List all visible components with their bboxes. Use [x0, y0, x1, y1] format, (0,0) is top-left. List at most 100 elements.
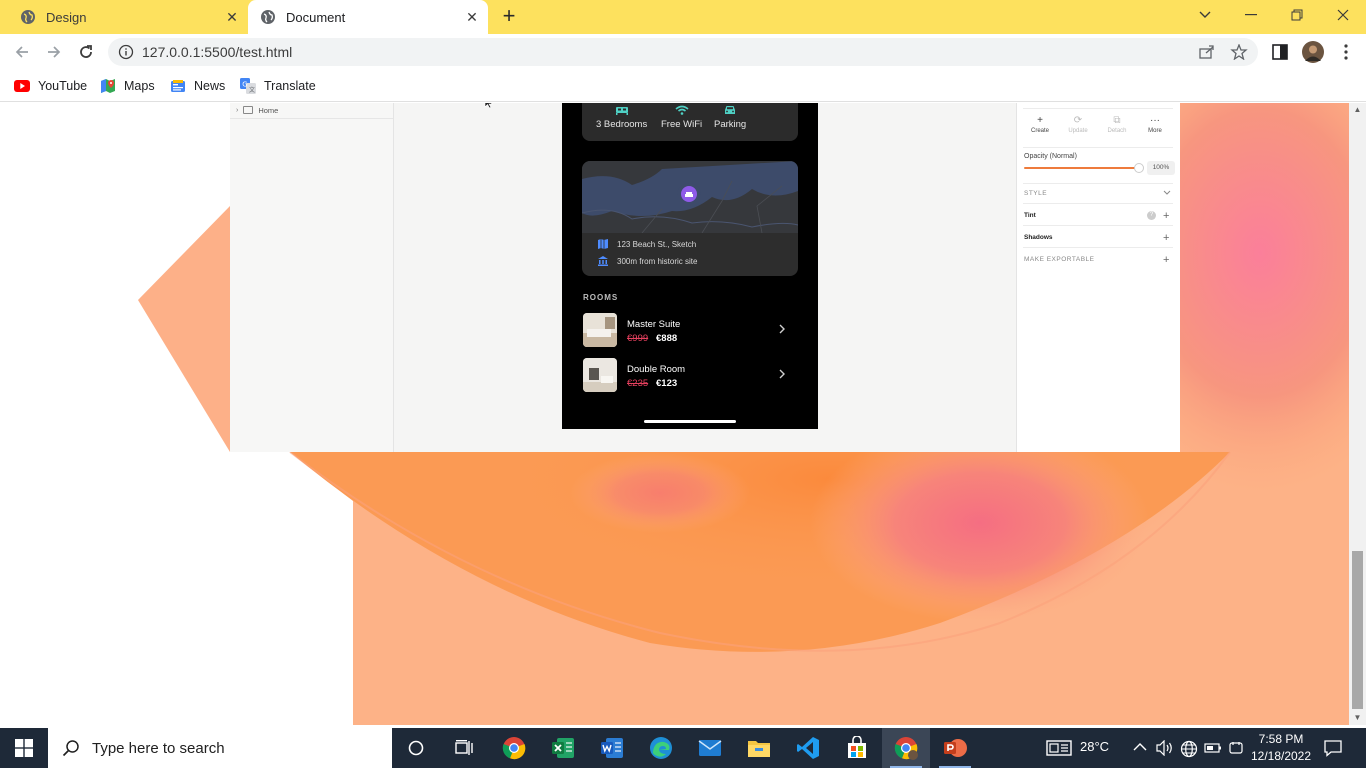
avatar[interactable]: [1302, 41, 1324, 63]
create-button[interactable]: + Create: [1025, 115, 1055, 134]
help-icon[interactable]: ?: [1147, 211, 1156, 220]
design-screenshot: › Home 3 Bedrooms Free WiFi Parking 123 …: [230, 103, 1180, 452]
add-export-icon[interactable]: +: [1163, 255, 1169, 266]
notification-icon[interactable]: [1324, 739, 1342, 757]
news-widget-icon[interactable]: [1046, 740, 1072, 756]
chrome-active-taskbar-app[interactable]: [882, 728, 930, 768]
page-scrollbar[interactable]: ▲ ▼: [1349, 103, 1366, 725]
forward-button[interactable]: [42, 40, 66, 64]
info-icon[interactable]: [118, 44, 134, 60]
volume-icon[interactable]: [1156, 740, 1174, 756]
bookmark-star-icon[interactable]: [1230, 44, 1248, 60]
chrome-taskbar-app[interactable]: [490, 728, 538, 768]
word-taskbar-app[interactable]: [588, 728, 636, 768]
tab-label: Document: [286, 9, 346, 25]
vscode-taskbar-app[interactable]: [784, 728, 832, 768]
artboard-icon: [243, 106, 254, 114]
detach-button[interactable]: ⧉ Detach: [1102, 115, 1132, 134]
museum-icon: [598, 256, 608, 266]
share-icon[interactable]: [1198, 44, 1216, 60]
system-clock[interactable]: 7:58 PM 12/18/2022: [1248, 731, 1314, 765]
bookmark-maps[interactable]: Maps: [100, 76, 155, 96]
network-icon[interactable]: [1180, 740, 1198, 758]
amenities-card: 3 Bedrooms Free WiFi Parking: [582, 103, 798, 141]
tint-label: Tint: [1024, 212, 1036, 219]
store-taskbar-app[interactable]: [833, 728, 881, 768]
bookmark-youtube[interactable]: YouTube: [14, 76, 87, 96]
back-button[interactable]: [10, 40, 34, 64]
mouse-cursor: [484, 103, 494, 109]
add-shadow-icon[interactable]: +: [1163, 233, 1169, 244]
update-button[interactable]: ⟳ Update: [1063, 115, 1093, 134]
tab-design[interactable]: Design ✕: [0, 0, 248, 34]
room-thumbnail: [583, 358, 617, 392]
search-placeholder: Type here to search: [92, 739, 225, 757]
close-tab-icon[interactable]: ✕: [464, 9, 480, 25]
layer-item-home[interactable]: › Home: [236, 103, 278, 117]
tab-strip: Design ✕ Document ✕ +: [0, 0, 1366, 34]
minimize-button[interactable]: [1239, 4, 1263, 26]
cortana-icon: [408, 740, 424, 756]
folder-icon: [748, 741, 770, 757]
make-exportable-label: MAKE EXPORTABLE: [1024, 256, 1095, 263]
add-tint-icon[interactable]: +: [1163, 211, 1169, 222]
chrome-icon: [502, 737, 526, 760]
bookmark-news[interactable]: News: [170, 76, 225, 96]
close-window-button[interactable]: [1331, 4, 1355, 26]
bookmark-translate[interactable]: G文 Translate: [240, 76, 316, 96]
scroll-down-arrow[interactable]: ▼: [1349, 711, 1366, 725]
bookmark-label: YouTube: [38, 79, 88, 93]
reload-button[interactable]: [74, 40, 98, 64]
map-icon: [598, 239, 608, 249]
car-icon: [725, 106, 736, 114]
excel-taskbar-app[interactable]: [539, 728, 587, 768]
bookmark-label: News: [194, 79, 226, 93]
edge-taskbar-app[interactable]: [637, 728, 685, 768]
room-item-master-suite[interactable]: Master Suite €999 €888: [583, 313, 797, 347]
powerpoint-taskbar-app[interactable]: [931, 728, 979, 768]
start-button[interactable]: [0, 728, 48, 768]
more-menu-icon[interactable]: [1336, 42, 1356, 62]
cortana-button[interactable]: [392, 728, 440, 768]
map-view[interactable]: [582, 161, 798, 233]
bed-icon: [615, 107, 628, 115]
file-explorer-taskbar-app[interactable]: [735, 728, 783, 768]
opacity-label[interactable]: Opacity (Normal): [1024, 153, 1077, 160]
word-icon: [601, 738, 623, 758]
amenity-label: 3 Bedrooms: [596, 119, 648, 130]
taskbar-search[interactable]: Type here to search: [48, 728, 392, 768]
opacity-value-field[interactable]: 100%: [1147, 161, 1175, 175]
old-price: €999: [627, 333, 649, 344]
refresh-icon: ⟳: [1073, 115, 1083, 126]
tab-document[interactable]: Document ✕: [248, 0, 488, 34]
meet-now-icon[interactable]: [1228, 740, 1244, 756]
temperature-text[interactable]: 28°C: [1080, 739, 1109, 754]
opacity-slider-handle[interactable]: [1134, 163, 1144, 173]
room-item-double-room[interactable]: Double Room €235 €123: [583, 358, 797, 392]
tab-search-icon[interactable]: [1193, 4, 1217, 26]
task-view-button[interactable]: [440, 728, 488, 768]
address-bar[interactable]: 127.0.0.1:5500/test.html: [108, 38, 1258, 66]
side-panel-icon[interactable]: [1270, 42, 1290, 62]
new-tab-button[interactable]: +: [498, 5, 520, 28]
style-section-heading[interactable]: STYLE: [1024, 190, 1047, 197]
more-button[interactable]: ··· More: [1140, 115, 1170, 134]
battery-icon[interactable]: [1204, 741, 1222, 755]
chevron-down-icon[interactable]: [1163, 190, 1171, 196]
close-tab-icon[interactable]: ✕: [224, 9, 240, 25]
windows-taskbar: Type here to search 28°C 7:58 PM 12/18/2…: [0, 728, 1366, 768]
bookmark-label: Maps: [124, 79, 155, 93]
scrollbar-thumb[interactable]: [1352, 551, 1363, 709]
amenity-label: Free WiFi: [661, 119, 703, 130]
chevron-up-icon[interactable]: [1133, 742, 1147, 752]
scroll-up-arrow[interactable]: ▲: [1349, 103, 1366, 117]
restore-button[interactable]: [1285, 4, 1309, 26]
url-text[interactable]: 127.0.0.1:5500/test.html: [142, 44, 292, 60]
mail-taskbar-app[interactable]: [686, 728, 734, 768]
landmark-row: 300m from historic site: [598, 256, 697, 266]
opacity-slider[interactable]: [1024, 167, 1136, 169]
store-icon: [848, 736, 866, 758]
layers-panel: › Home: [230, 103, 394, 452]
home-indicator: [644, 420, 736, 423]
search-icon: [62, 740, 79, 757]
